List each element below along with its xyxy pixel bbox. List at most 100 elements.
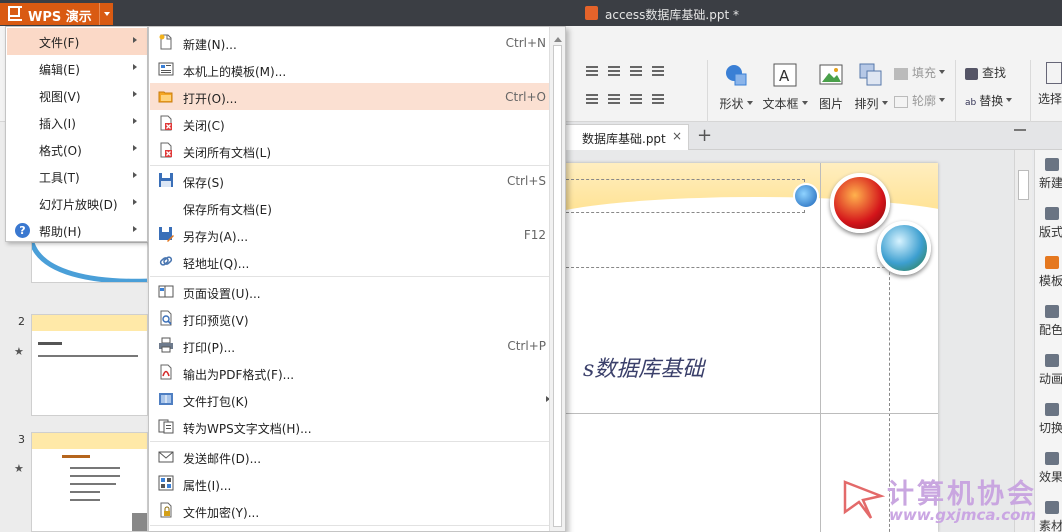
help-icon: ? [15,223,30,238]
menu-item-close-all[interactable]: 关闭所有文档(L) [150,137,564,164]
menu-item-edit[interactable]: 编辑(E) [7,55,147,82]
menu-item-label: 工具(T) [39,171,80,185]
sidebar-label: 配色 [1039,323,1062,337]
menu-item-save[interactable]: 保存(S) Ctrl+S [150,167,564,194]
menu-item-label: 保存(S) [183,176,224,190]
add-tab-button[interactable]: + [697,125,712,146]
chevron-down-icon[interactable] [99,3,113,25]
arrange-button[interactable]: 排列 [851,62,891,120]
menu-item-label: 页面设置(U)... [183,287,261,301]
sidebar-label: 切换 [1039,421,1062,435]
sidebar-item-new[interactable]: 新建 [1039,158,1062,191]
scrollbar-thumb[interactable] [1018,170,1029,200]
menu-item-view[interactable]: 视图(V) [7,82,147,109]
menu-item-label: 转为WPS文字文档(H)... [183,422,312,436]
fill-label: 填充 [912,66,937,80]
menu-item-insert[interactable]: 插入(I) [7,109,147,136]
menu-item-properties[interactable]: 属性(I)... [150,470,564,497]
menu-item-label: 输出为PDF格式(F)... [183,368,295,382]
slide-thumbnail-2[interactable] [31,314,148,416]
folder-open-icon [158,91,173,103]
title-placeholder[interactable] [565,179,805,213]
main-menu: 文件(F) 编辑(E) 视图(V) 插入(I) 格式(O) 工具(T) 幻灯片放… [5,26,148,242]
sidebar-item-template[interactable]: 模板 [1039,256,1062,289]
menu-item-help[interactable]: ? 帮助(H) [7,217,147,244]
chevron-right-icon [133,226,140,232]
outline-button[interactable]: 轮廓 [894,92,946,109]
slide-thumbnail-3[interactable] [31,432,148,532]
select-label: 选择 [1038,92,1062,106]
shortcut-label: Ctrl+S [506,174,546,188]
menu-item-save-as[interactable]: 另存为(A)... F12 [150,221,564,248]
menu-item-light-address[interactable]: 轻地址(Q)... [150,248,564,275]
menu-separator [150,276,564,277]
wps-app-menu-button[interactable]: WPS 演示 [0,3,113,25]
sidebar-label: 版式 [1039,225,1062,239]
picture-button[interactable]: 图片 [817,62,845,120]
outline-label: 轮廓 [912,94,937,108]
mail-icon [158,451,174,463]
watermark-logo-icon [843,480,885,519]
save-as-icon [159,227,174,242]
transition-icon [1045,403,1059,416]
slide-number-2: 2 [18,315,25,328]
menu-item-convert-wps[interactable]: 转为WPS文字文档(H)... [150,413,564,440]
tab-document[interactable]: 数据库基础.ppt × [565,124,689,150]
replace-button[interactable]: ab 替换 [965,92,1013,109]
menu-item-print[interactable]: 打印(P)... Ctrl+P [150,332,564,359]
tab-options-icon[interactable] [1014,129,1026,139]
mouse-image [877,221,931,275]
menu-item-send-mail[interactable]: 发送邮件(D)... [150,443,564,470]
textbox-button[interactable]: A 文本框 [762,62,808,120]
shortcut-label: Ctrl+N [505,36,546,50]
find-button[interactable]: 查找 [965,64,1006,81]
menu-item-tools[interactable]: 工具(T) [7,163,147,190]
menu-item-file-pack[interactable]: 文件打包(K) [150,386,564,413]
menu-item-page-setup[interactable]: 页面设置(U)... [150,278,564,305]
guide-line-horizontal [565,413,938,414]
menu-item-format[interactable]: 格式(O) [7,136,147,163]
menu-item-label: 轻地址(Q)... [183,257,250,271]
slide-thumbnail-1[interactable] [31,242,148,283]
arrange-icon [859,63,882,86]
sidebar-item-transition[interactable]: 切换 [1039,403,1062,436]
slide-title[interactable]: s数据库基础 [583,351,704,383]
link-icon [159,256,173,266]
page-setup-icon [158,285,174,298]
lock-document-icon [160,502,172,518]
menu-item-local-template[interactable]: 本机上的模板(M)... [150,56,564,83]
submenu-scrollbar-thumb[interactable] [553,45,562,527]
menu-item-label: 文件(F) [39,36,80,50]
align-icons-row2[interactable] [584,92,704,106]
sidebar-item-animation[interactable]: 动画 [1039,354,1062,387]
select-button[interactable]: 选择 [1038,62,1062,107]
find-label: 查找 [982,66,1007,80]
scroll-up-icon[interactable] [554,33,562,42]
watermark-url: www.gxjmca.com [889,506,1037,524]
printer-icon [159,337,173,353]
shortcut-label: Ctrl+P [507,339,546,353]
sidebar-label: 模板 [1039,274,1062,288]
align-icons-row1[interactable] [584,64,704,78]
menu-item-new[interactable]: 新建(N)... Ctrl+N [150,29,564,56]
menu-item-label: 视图(V) [39,90,81,104]
menu-item-close[interactable]: 关闭(C) [150,110,564,137]
menu-item-file[interactable]: 文件(F) [7,28,147,55]
menu-item-label: 本机上的模板(M)... [183,65,287,79]
submenu-scrollbar[interactable] [549,27,565,531]
sidebar-item-layout[interactable]: 版式 [1039,207,1062,240]
menu-item-label: 打印预览(V) [183,314,249,328]
fill-button[interactable]: 填充 [894,64,946,81]
menu-item-label: 关闭所有文档(L) [183,146,272,160]
menu-item-encrypt[interactable]: 文件加密(Y)... [150,497,564,524]
menu-item-open[interactable]: 打开(O)... Ctrl+O [150,83,564,110]
close-icon[interactable]: × [672,129,682,143]
shape-button[interactable]: 形状 [716,62,756,120]
menu-item-print-preview[interactable]: 打印预览(V) [150,305,564,332]
menu-item-export-pdf[interactable]: 输出为PDF格式(F)... [150,359,564,386]
menu-item-label: 新建(N)... [183,38,237,52]
sidebar-item-color[interactable]: 配色 [1039,305,1062,338]
menu-item-save-all[interactable]: 保存所有文档(E) [150,194,564,221]
watermark: 计算机协会 www.gxjmca.com [835,470,1062,532]
menu-item-slideshow[interactable]: 幻灯片放映(D) [7,190,147,217]
